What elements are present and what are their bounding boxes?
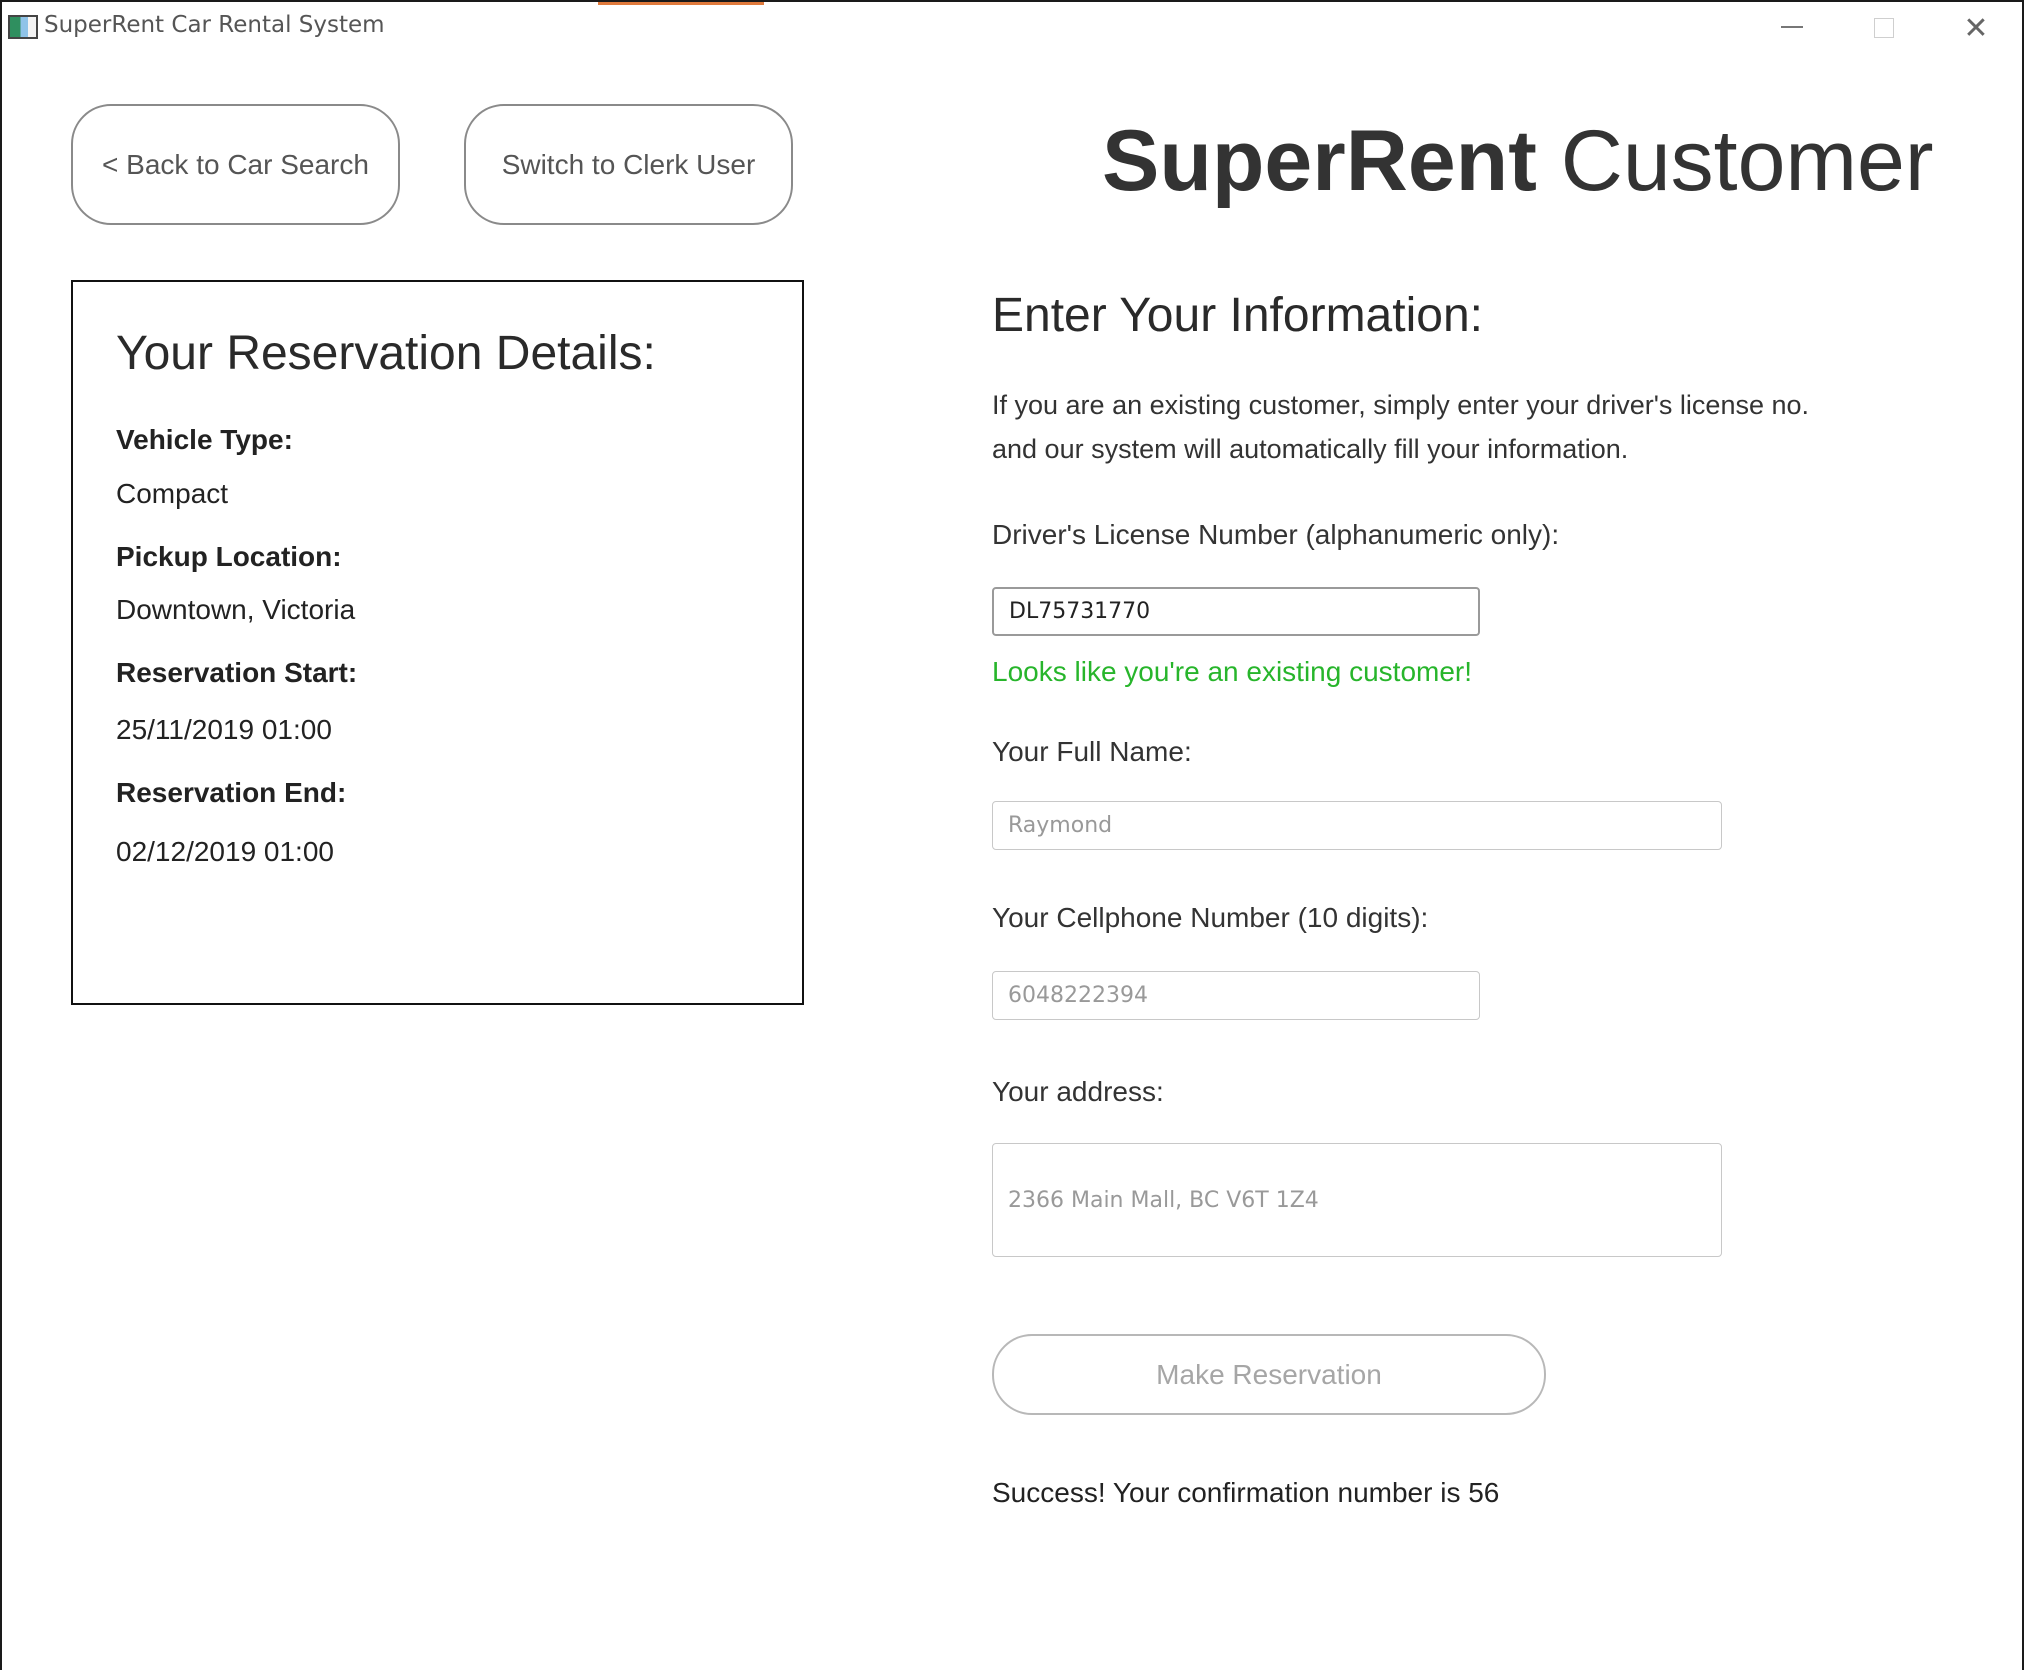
app-window: SuperRent Car Rental System ✕ < Back to … bbox=[0, 0, 2024, 1670]
confirmation-message: Success! Your confirmation number is 56 bbox=[992, 1477, 1500, 1508]
cellphone-input[interactable]: 6048222394 bbox=[992, 971, 1480, 1020]
close-button[interactable]: ✕ bbox=[1930, 2, 2022, 54]
license-input[interactable]: DL75731770 bbox=[992, 587, 1480, 636]
role-name: Customer bbox=[1560, 113, 1934, 209]
app-window-icon bbox=[8, 15, 38, 39]
pickup-location-label: Pickup Location: bbox=[116, 541, 342, 572]
switch-to-clerk-button[interactable]: Switch to Clerk User bbox=[464, 104, 793, 225]
make-reservation-button[interactable]: Make Reservation bbox=[992, 1334, 1546, 1415]
brand-name: SuperRent bbox=[1102, 113, 1537, 209]
page-title: SuperRent Customer bbox=[1102, 112, 1934, 211]
reservation-heading: Your Reservation Details: bbox=[116, 327, 656, 380]
pickup-location-value: Downtown, Victoria bbox=[116, 594, 356, 625]
vehicle-type-value: Compact bbox=[116, 478, 229, 509]
form-intro: If you are an existing customer, simply … bbox=[992, 383, 1892, 471]
maximize-icon bbox=[1874, 18, 1894, 38]
existing-customer-message: Looks like you're an existing customer! bbox=[992, 656, 1473, 687]
vehicle-type-label: Vehicle Type: bbox=[116, 424, 293, 455]
cellphone-label: Your Cellphone Number (10 digits): bbox=[992, 902, 1429, 933]
full-name-input[interactable]: Raymond bbox=[992, 801, 1722, 850]
title-bar[interactable]: SuperRent Car Rental System ✕ bbox=[2, 2, 2022, 54]
reservation-start-label: Reservation Start: bbox=[116, 657, 358, 688]
window-title: SuperRent Car Rental System bbox=[44, 12, 385, 38]
minimize-icon bbox=[1781, 26, 1803, 28]
address-input[interactable]: 2366 Main Mall, BC V6T 1Z4 bbox=[992, 1143, 1722, 1257]
reservation-end-label: Reservation End: bbox=[116, 777, 347, 808]
license-label: Driver's License Number (alphanumeric on… bbox=[992, 519, 1560, 550]
intro-line-1: If you are an existing customer, simply … bbox=[992, 390, 1810, 420]
form-heading: Enter Your Information: bbox=[992, 289, 1483, 342]
reservation-details-panel: Your Reservation Details: Vehicle Type: … bbox=[71, 280, 804, 1005]
reservation-end-value: 02/12/2019 01:00 bbox=[116, 836, 334, 867]
back-to-car-search-button[interactable]: < Back to Car Search bbox=[71, 104, 400, 225]
maximize-button[interactable] bbox=[1838, 2, 1930, 54]
reservation-start-value: 25/11/2019 01:00 bbox=[116, 714, 332, 745]
address-label: Your address: bbox=[992, 1076, 1164, 1107]
minimize-button[interactable] bbox=[1746, 2, 1838, 54]
intro-line-2: and our system will automatically fill y… bbox=[992, 434, 1629, 464]
close-icon: ✕ bbox=[1963, 10, 1989, 46]
full-name-label: Your Full Name: bbox=[992, 736, 1192, 767]
